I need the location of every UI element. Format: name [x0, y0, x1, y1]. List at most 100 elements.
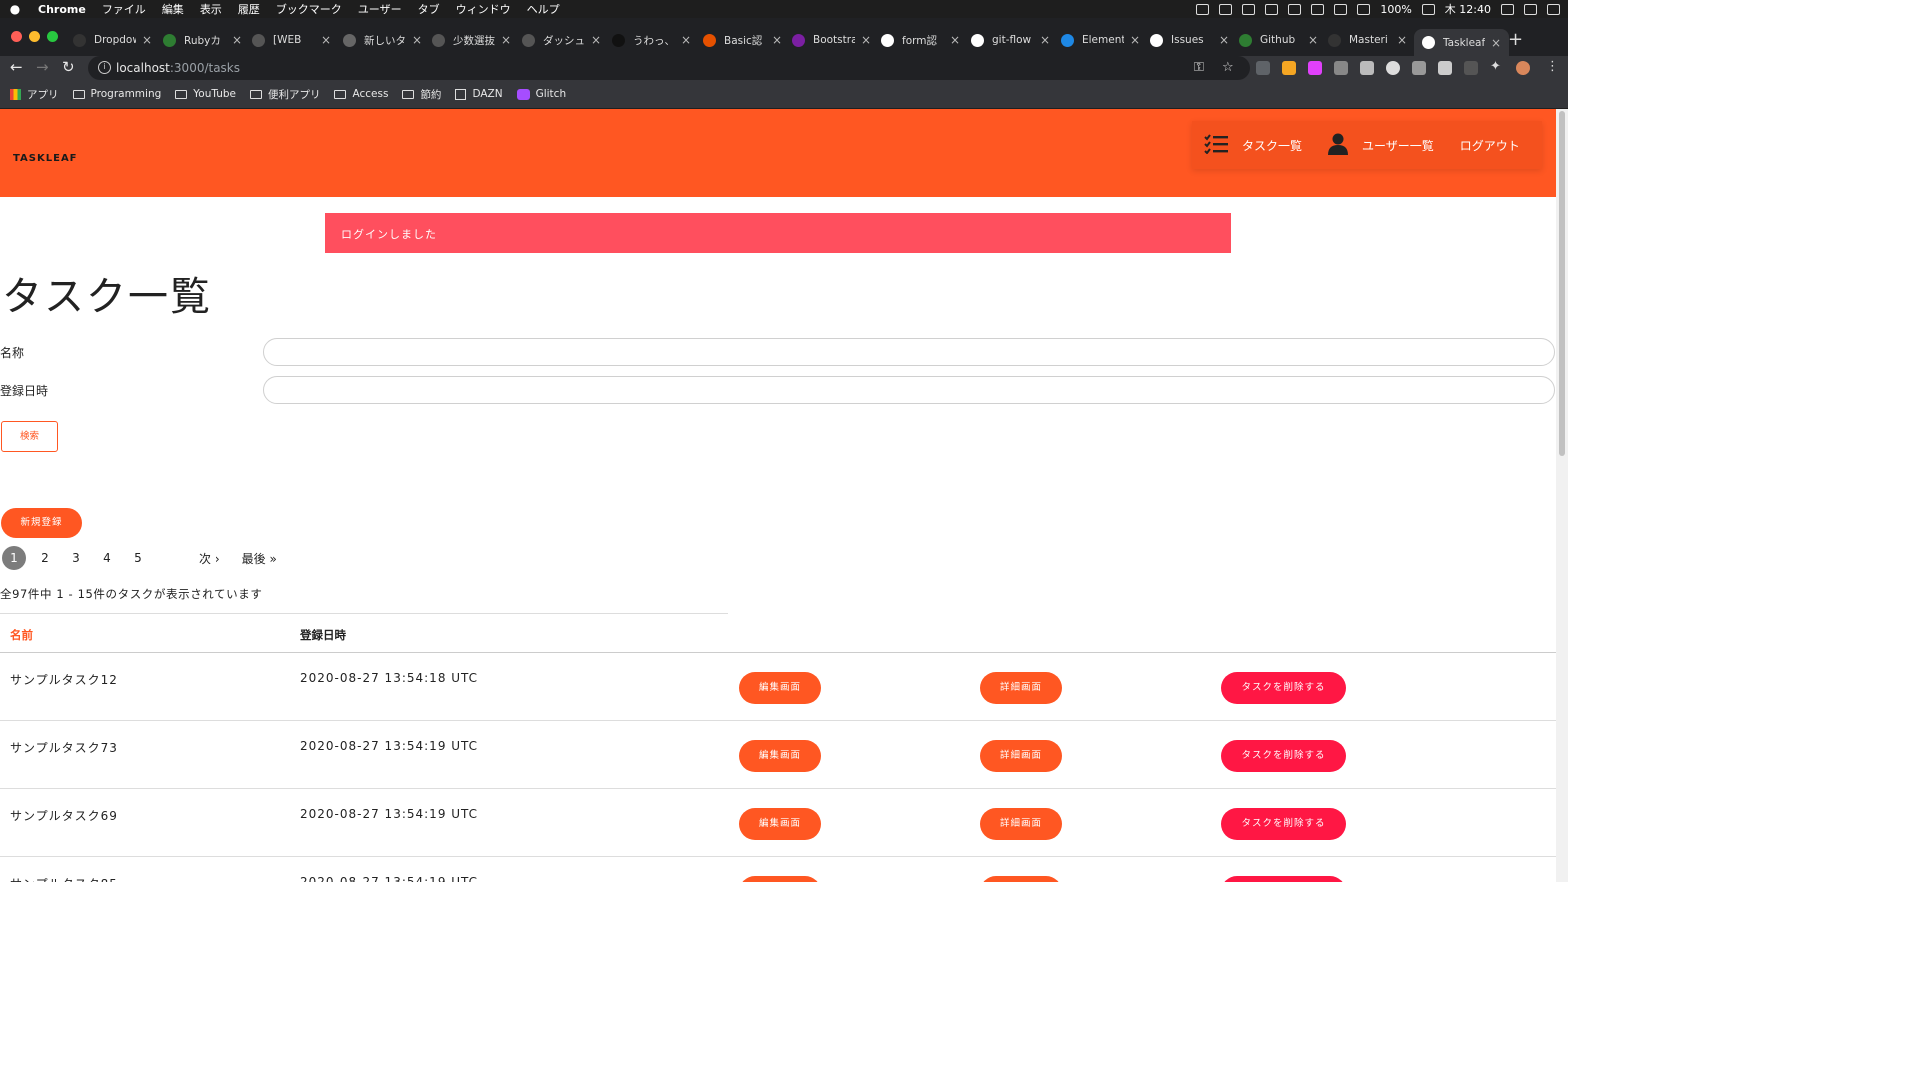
menu-item-history[interactable]: 履歴 [230, 1, 268, 17]
column-header-name[interactable]: 名前 [10, 627, 33, 643]
tab-close-icon[interactable]: × [1308, 33, 1318, 47]
delete-button[interactable]: タスクを削除する [1221, 740, 1346, 772]
bookmark-youtube[interactable]: YouTube [175, 88, 236, 100]
extension-icon[interactable] [1438, 61, 1452, 75]
nav-tasks-link[interactable]: タスク一覧 [1204, 133, 1302, 157]
brand-logo[interactable]: TASKLEAF [13, 153, 78, 164]
search-button[interactable]: 検索 [1, 421, 58, 452]
clipboard-icon[interactable] [1219, 3, 1233, 15]
new-task-button[interactable]: 新規登録 [1, 508, 82, 538]
browser-tab[interactable]: Rubyカ × [163, 29, 242, 51]
edit-button[interactable]: 編集画面 [739, 740, 821, 772]
extensions-puzzle-icon[interactable]: ✦ [1490, 59, 1501, 74]
page-link-2[interactable]: 2 [33, 546, 57, 570]
edit-button[interactable]: 編集画面 [739, 808, 821, 840]
tab-close-icon[interactable]: × [232, 33, 242, 47]
menu-item-user[interactable]: ユーザー [350, 1, 410, 17]
tab-close-icon[interactable]: × [142, 33, 152, 47]
browser-tab[interactable]: Element × [1061, 29, 1140, 51]
browser-tab[interactable]: ダッシュ × [522, 29, 601, 51]
browser-tab[interactable]: Github × [1239, 29, 1318, 51]
browser-tab[interactable]: Issues × [1150, 29, 1229, 51]
apple-icon[interactable]: ● [0, 2, 30, 16]
browser-tab[interactable]: うわっ、 × [612, 29, 691, 51]
bookmark-apps[interactable]: アプリ [10, 87, 59, 102]
profile-avatar[interactable] [1516, 61, 1530, 75]
tab-close-icon[interactable]: × [1219, 33, 1229, 47]
docker-icon[interactable] [1196, 3, 1210, 15]
browser-tab[interactable]: form認 × [881, 29, 960, 51]
page-link-5[interactable]: 5 [126, 546, 150, 570]
browser-tab[interactable]: Bootstra × [792, 29, 871, 51]
extension-icon[interactable] [1308, 61, 1322, 75]
new-tab-button[interactable]: + [1508, 29, 1523, 50]
detail-button[interactable] [980, 876, 1062, 882]
page-scrollbar[interactable] [1556, 109, 1568, 882]
date-search-input[interactable] [263, 376, 1555, 404]
menu-item-bookmarks[interactable]: ブックマーク [268, 1, 350, 17]
page-link-3[interactable]: 3 [64, 546, 88, 570]
browser-tab[interactable]: Basic認 × [703, 29, 782, 51]
delete-button[interactable]: タスクを削除する [1221, 672, 1346, 704]
bookmark-access[interactable]: Access [334, 88, 388, 100]
scrollbar-thumb[interactable] [1559, 111, 1565, 456]
next-page-link[interactable]: 次 › [199, 550, 220, 567]
bookmark-tools[interactable]: 便利アプリ [249, 87, 320, 102]
nav-logout-link[interactable]: ログアウト [1460, 137, 1520, 154]
bookmark-star-icon[interactable]: ☆ [1222, 60, 1234, 75]
wifi-icon[interactable] [1357, 3, 1371, 15]
back-icon[interactable]: ← [10, 58, 23, 76]
airplay-icon[interactable] [1288, 3, 1302, 15]
tab-close-icon[interactable]: × [681, 33, 691, 47]
browser-tab[interactable]: 新しいタブ × [343, 29, 422, 51]
edit-button[interactable]: 編集画面 [739, 672, 821, 704]
delete-button[interactable]: タスクを削除する [1221, 808, 1346, 840]
input-source-icon[interactable] [1311, 3, 1325, 15]
tab-close-icon[interactable]: × [1130, 33, 1140, 47]
spotlight-icon[interactable] [1501, 3, 1514, 15]
edit-button[interactable] [739, 876, 821, 882]
tab-close-icon[interactable]: × [412, 33, 422, 47]
bookmark-glitch[interactable]: Glitch [516, 88, 566, 100]
extension-icon[interactable] [1256, 61, 1270, 75]
tab-close-icon[interactable]: × [591, 33, 601, 47]
browser-tab[interactable]: git-flow × [971, 29, 1050, 51]
menu-item-tab[interactable]: タブ [410, 1, 448, 17]
more-menu-icon[interactable]: ⋮ [1546, 59, 1559, 74]
menu-item-app[interactable]: Chrome [30, 3, 94, 16]
last-page-link[interactable]: 最後 » [242, 550, 277, 567]
close-window-icon[interactable] [11, 31, 22, 42]
reload-icon[interactable]: ↻ [62, 58, 75, 76]
bookmark-dazn[interactable]: DAZN [455, 88, 503, 100]
extension-icon[interactable] [1334, 61, 1348, 75]
menu-item-help[interactable]: ヘルプ [519, 1, 568, 17]
bluetooth-icon[interactable] [1334, 3, 1348, 15]
tab-close-icon[interactable]: × [321, 33, 331, 47]
menu-item-window[interactable]: ウィンドウ [448, 1, 519, 17]
detail-button[interactable]: 詳細画面 [980, 808, 1062, 840]
site-info-icon[interactable]: i [98, 61, 111, 74]
tab-close-icon[interactable]: × [772, 33, 782, 47]
browser-tab[interactable]: Masteri × [1328, 29, 1407, 51]
menu-item-view[interactable]: 表示 [192, 1, 230, 17]
extension-icon[interactable] [1464, 61, 1478, 75]
bookmark-saving[interactable]: 節約 [402, 87, 441, 102]
key-icon[interactable]: ⚿ [1194, 60, 1204, 75]
address-bar[interactable]: i localhost:3000/tasks ⚿ ☆ [88, 56, 1250, 80]
battery-icon[interactable] [1421, 3, 1435, 15]
menu-item-edit[interactable]: 編集 [154, 1, 192, 17]
clock[interactable]: 木 12:40 [1445, 1, 1491, 17]
tab-close-icon[interactable]: × [861, 33, 871, 47]
browser-tab[interactable]: Taskleaf × [1414, 29, 1510, 56]
extension-icon[interactable] [1360, 61, 1374, 75]
sync-icon[interactable] [1265, 3, 1279, 15]
cloud-icon[interactable] [1242, 3, 1256, 15]
bookmark-programming[interactable]: Programming [72, 88, 161, 100]
minimize-window-icon[interactable] [29, 31, 40, 42]
detail-button[interactable]: 詳細画面 [980, 672, 1062, 704]
detail-button[interactable]: 詳細画面 [980, 740, 1062, 772]
control-center-icon[interactable] [1547, 3, 1560, 15]
extension-icon[interactable] [1282, 61, 1296, 75]
page-link-1[interactable]: 1 [2, 546, 26, 570]
extension-icon[interactable] [1412, 61, 1426, 75]
